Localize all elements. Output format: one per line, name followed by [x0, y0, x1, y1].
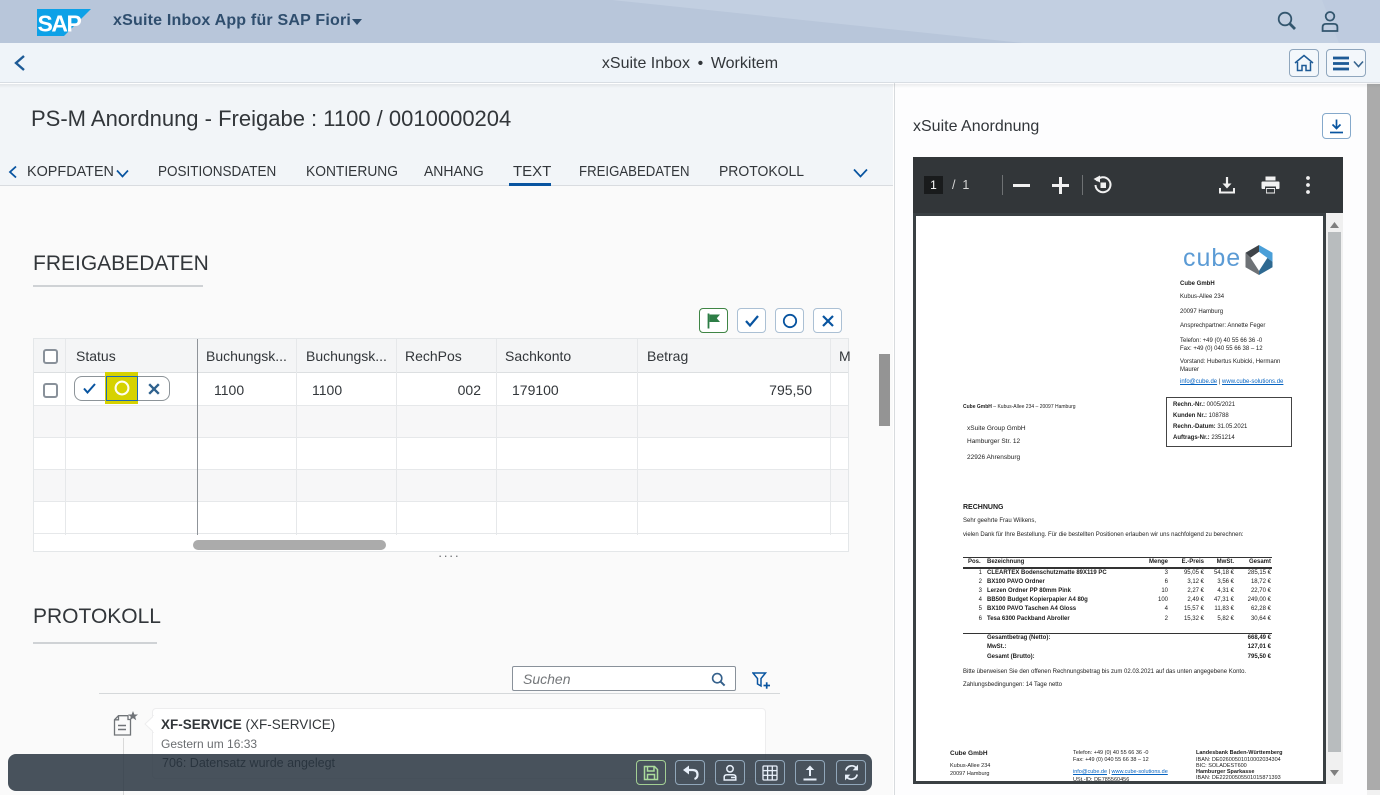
- svg-text:SAP: SAP: [38, 11, 82, 37]
